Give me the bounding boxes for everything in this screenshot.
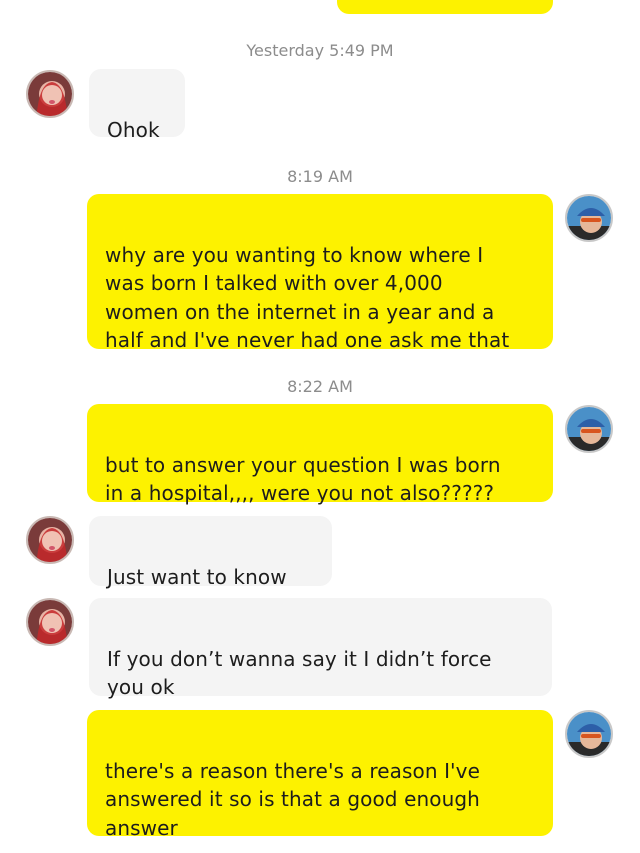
- message-bubble-sent[interactable]: but to answer your question I was born i…: [87, 404, 553, 505]
- message-bubble-sent[interactable]: there's a reason there's a reason I've a…: [87, 710, 553, 840]
- message-text: why are you wanting to know where I was …: [105, 242, 510, 353]
- message-bubble-sent-partial[interactable]: [337, 0, 553, 14]
- contact-avatar-icon[interactable]: [26, 516, 74, 564]
- message-bubble-received[interactable]: If you don’t wanna say it I didn’t force…: [89, 598, 552, 699]
- message-text: Ohok: [107, 117, 160, 142]
- message-text: there's a reason there's a reason I've a…: [105, 758, 481, 840]
- user-avatar-icon[interactable]: [565, 194, 613, 242]
- user-avatar-icon[interactable]: [565, 710, 613, 758]
- timestamp: 8:22 AM: [287, 377, 353, 396]
- message-bubble-received[interactable]: Ohok: [89, 69, 185, 142]
- message-text: Just want to know: [107, 564, 287, 589]
- message-text: but to answer your question I was born i…: [105, 452, 501, 506]
- message-bubble-sent[interactable]: why are you wanting to know where I was …: [87, 194, 553, 352]
- timestamp: 8:19 AM: [287, 167, 353, 186]
- contact-avatar-icon[interactable]: [26, 598, 74, 646]
- contact-avatar-icon[interactable]: [26, 70, 74, 118]
- message-bubble-received[interactable]: Just want to know: [89, 516, 332, 589]
- timestamp: Yesterday 5:49 PM: [246, 41, 394, 60]
- message-text: If you don’t wanna say it I didn’t force…: [107, 646, 492, 700]
- user-avatar-icon[interactable]: [565, 405, 613, 453]
